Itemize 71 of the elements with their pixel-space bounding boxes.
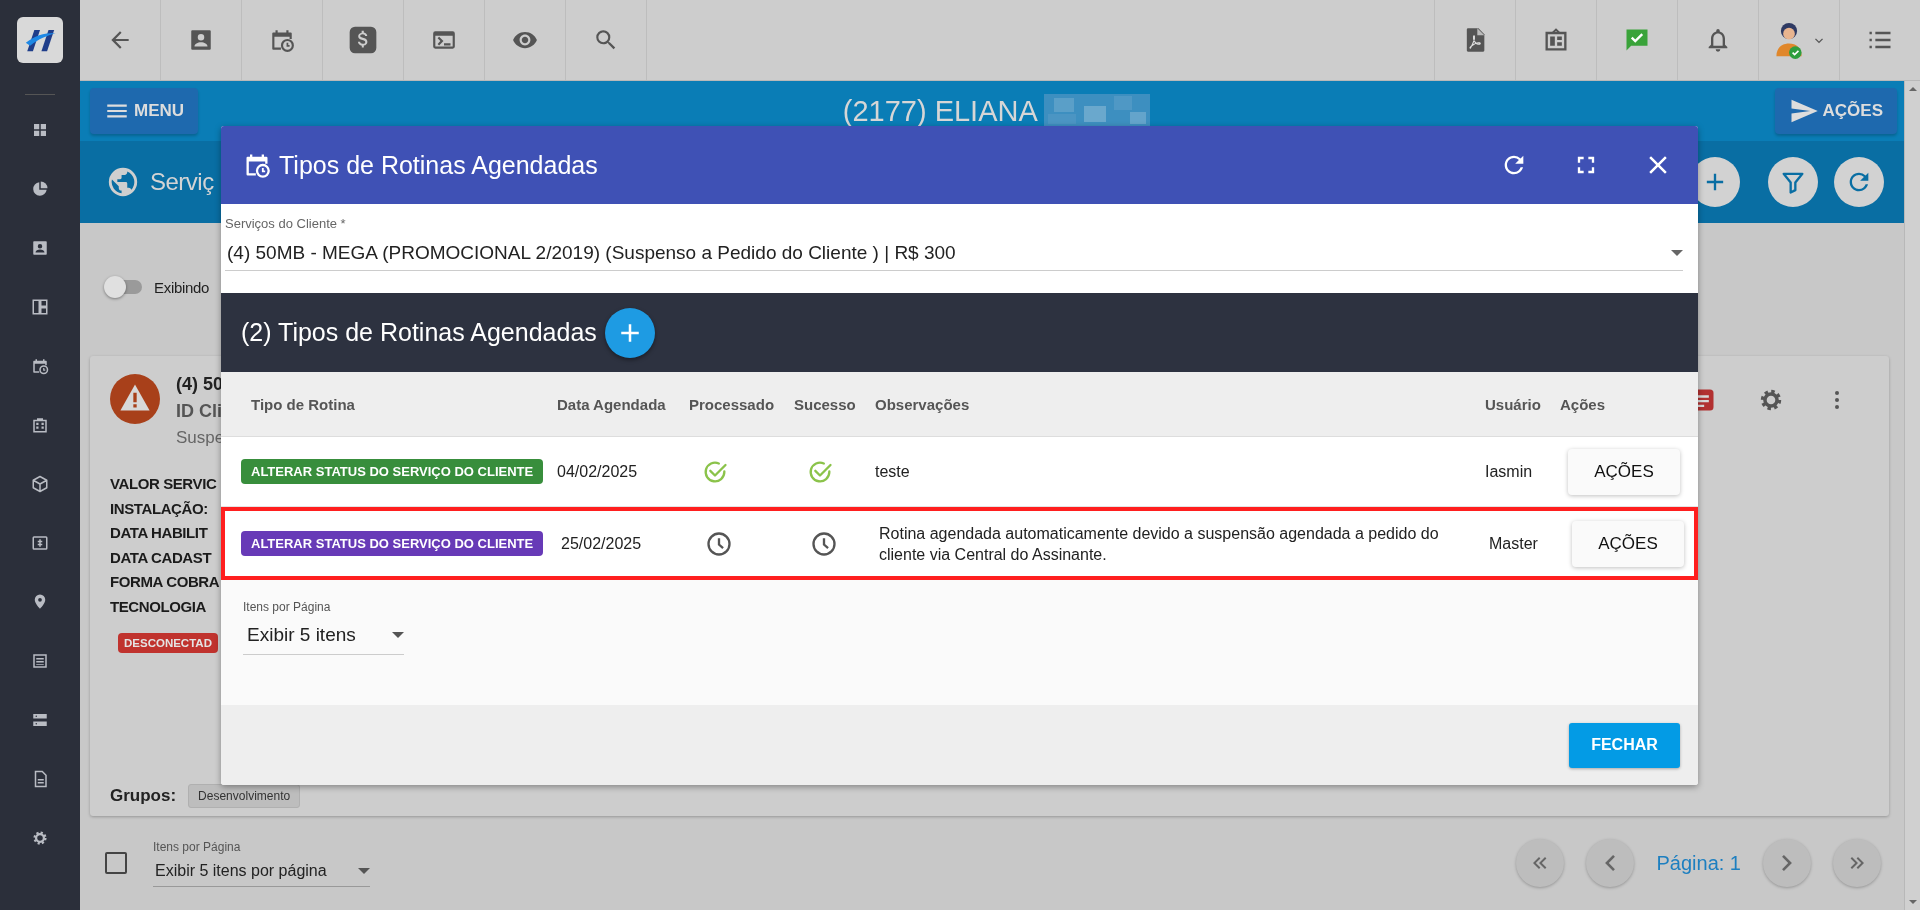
select-all-checkbox[interactable]: [105, 852, 127, 874]
calendar-clock-icon[interactable]: [31, 357, 49, 375]
display-toggle[interactable]: [104, 276, 144, 298]
column-header: Observações: [874, 395, 971, 413]
actions-button[interactable]: AÇÕES: [1774, 88, 1897, 134]
contact-card-icon[interactable]: [31, 239, 49, 257]
field-label: DATA CADAST: [110, 547, 212, 568]
routine-type-badge: ALTERAR STATUS DO SERVIÇO DO CLIENTE: [241, 531, 544, 556]
chevron-right-icon: [1782, 855, 1792, 871]
routine-type-badge: ALTERAR STATUS DO SERVIÇO DO CLIENTE: [241, 459, 544, 484]
dropdown-icon: [392, 632, 404, 638]
menu-button[interactable]: MENU: [90, 88, 199, 134]
items-per-page-select[interactable]: Exibir 5 itens: [243, 620, 404, 655]
page-title: Serviç: [150, 168, 214, 196]
field-label: TECNOLOGIA: [110, 596, 206, 617]
calendar-clock-icon[interactable]: [269, 27, 295, 53]
add-routine-button[interactable]: [604, 307, 655, 358]
chevron-left-icon: [1605, 855, 1616, 871]
list-icon[interactable]: [31, 652, 49, 670]
connection-status-badge: DESCONECTAD: [118, 633, 218, 653]
cube-icon[interactable]: [31, 475, 49, 493]
column-header: Ações: [1559, 395, 1607, 413]
field-label: DATA HABILIT: [110, 523, 208, 543]
column-header: Data Agendada: [556, 395, 667, 413]
filter-button[interactable]: [1768, 157, 1818, 207]
dropdown-icon: [1671, 250, 1683, 256]
page-indicator: Página: 1: [1656, 851, 1741, 875]
layout-icon[interactable]: [31, 298, 49, 316]
items-per-page-select[interactable]: Exibir 5 itens por página: [153, 857, 370, 887]
dollar-icon[interactable]: [347, 24, 379, 56]
column-header: Tipo de Rotina: [250, 395, 356, 413]
field-label: Serviços do Cliente *: [225, 216, 346, 231]
server-icon[interactable]: [31, 711, 49, 729]
scrollbar[interactable]: [1904, 81, 1920, 910]
building-icon[interactable]: [31, 416, 49, 434]
app-logo[interactable]: [17, 17, 63, 63]
column-header: Usuário: [1484, 395, 1542, 413]
table-cell-text: 25/02/2025: [560, 534, 643, 554]
settings-icon[interactable]: [31, 829, 49, 847]
pie-chart-icon[interactable]: [31, 180, 49, 198]
client-title: (2177) ELIANA: [842, 94, 1038, 128]
dropdown-icon: [358, 867, 370, 874]
table-cell-text: Master: [1488, 534, 1539, 554]
field-label: INSTALAÇÃO:: [110, 498, 208, 519]
items-per-page-label: Itens por Página: [153, 839, 242, 854]
refresh-button[interactable]: [1834, 157, 1884, 207]
toggle-label: Exibindo: [154, 278, 210, 296]
group-chip: Desenvolvimento: [188, 784, 301, 808]
actions-button[interactable]: AÇÕES: [1572, 520, 1684, 567]
scroll-down-icon[interactable]: [1908, 900, 1917, 904]
table-cell-text: Rotina agendada automaticamente devido a suspensão agendada a pedido do cliente via Central do Assinante.: [878, 523, 1440, 565]
dialog-title: Tipos de Rotinas Agendadas: [279, 150, 599, 180]
column-header: Sucesso: [793, 395, 857, 413]
table-cell-text: 04/02/2025: [556, 462, 639, 482]
field-label: VALOR SERVIC: [110, 474, 217, 494]
items-per-page-label: Itens por Página: [243, 600, 332, 614]
service-select[interactable]: (4) 50MB - MEGA (PROMOCIONAL 2/2019) (Suspenso a Pedido do Cliente ) | R$ 300: [225, 232, 1683, 271]
table-cell-text: teste: [874, 462, 911, 482]
actions-button[interactable]: AÇÕES: [1568, 448, 1680, 495]
dashboard-icon[interactable]: [31, 121, 49, 139]
service-status: Suspe: [176, 428, 225, 448]
column-header: Processado: [688, 395, 776, 413]
client-id: ID Cli: [176, 401, 223, 422]
contact-card-icon[interactable]: [188, 27, 214, 53]
groups-label: Grupos:: [110, 786, 177, 806]
scroll-up-icon[interactable]: [1908, 87, 1917, 91]
section-title: (2) Tipos de Rotinas Agendadas: [241, 318, 597, 347]
field-label: FORMA COBRA: [110, 572, 220, 592]
table-cell-text: Iasmin: [1484, 462, 1534, 482]
globe-icon: [106, 165, 140, 199]
warning-icon: [110, 374, 160, 424]
